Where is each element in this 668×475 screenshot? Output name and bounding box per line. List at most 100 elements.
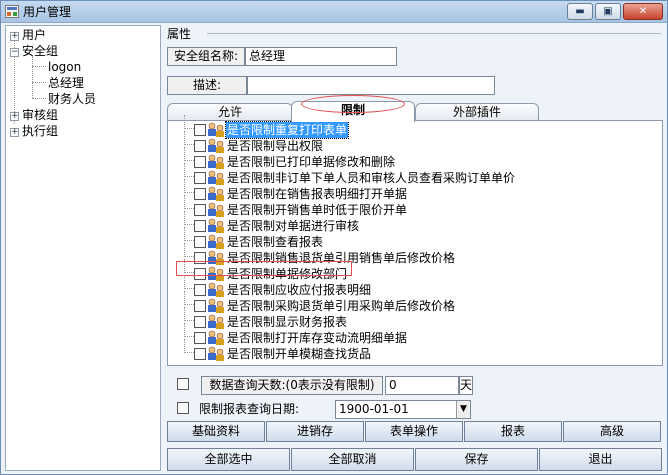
query-date-label: 限制报表查询日期: [199, 402, 300, 416]
close-button[interactable]: ✕ [623, 3, 663, 20]
user-group-icon [207, 122, 225, 138]
permission-label: 是否限制导出权限 [227, 139, 324, 153]
deselect-all-button[interactable]: 全部取消 [291, 448, 414, 471]
tree-item-label: 用户 [22, 28, 47, 42]
query-days-label: 数据查询天数:(0表示没有限制) [201, 376, 383, 395]
exit-button[interactable]: 退出 [539, 448, 662, 471]
tab-plugins[interactable]: 外部插件 [415, 103, 539, 121]
properties-group-title: 属性 [167, 27, 192, 41]
tree-item[interactable]: + 执行组 [10, 123, 58, 139]
permission-item[interactable]: 是否限制打开库存变动流明细单据 [176, 323, 656, 346]
permission-tabs: 允许 限制 外部插件 [167, 101, 663, 122]
report-button[interactable]: 报表 [464, 421, 562, 442]
permission-item[interactable]: 是否限制非订单下单人员和审核人员查看采购订单单价 [176, 163, 656, 186]
user-group-icon [207, 170, 225, 186]
annotation-ellipse [301, 95, 405, 113]
permission-label: 是否限制重复打印表单 [224, 121, 350, 139]
tree-item[interactable]: logon [48, 59, 81, 75]
restriction-list: 是否限制重复打印表单 是否限制导出权限 是否限制已打印单据修改和删除 是否限制非订单下… [167, 115, 663, 366]
permission-checkbox[interactable] [194, 300, 206, 312]
days-unit-label: 天 [459, 376, 473, 395]
tree-item[interactable]: 总经理 [48, 75, 84, 91]
permission-label: 是否限制非订单下单人员和审核人员查看采购订单单价 [227, 171, 516, 185]
query-date-row: 限制报表查询日期: 1900-01-01 ▼ [167, 398, 663, 420]
permission-checkbox[interactable] [194, 188, 206, 200]
user-group-icon [207, 330, 225, 346]
permission-checkbox[interactable] [194, 220, 206, 232]
permission-checkbox[interactable] [194, 236, 206, 248]
permission-checkbox[interactable] [194, 124, 206, 136]
minimize-button[interactable]: ▬ [567, 3, 593, 20]
expand-icon[interactable]: + [10, 112, 19, 121]
collapse-icon[interactable]: − [10, 48, 19, 57]
properties-area: 属性 安全组名称: 总经理 描述: 允许 限制 外部插件 是否限制重复打印表单是… [165, 25, 665, 471]
permission-label: 是否限制打开库存变动流明细单据 [227, 331, 408, 345]
permission-item[interactable]: 是否限制开单模糊查找货品 [176, 339, 656, 362]
group-tree[interactable]: + 用户 − 安全组 logon 总经理 财务人员 + 审核组 + 执行组 [5, 25, 161, 471]
tree-item-label: 审核组 [22, 108, 59, 122]
user-group-icon [207, 346, 225, 362]
permission-item[interactable]: 是否限制开销售单时低于限价开单 [176, 195, 656, 218]
permission-checkbox[interactable] [194, 332, 206, 344]
permission-checkbox[interactable] [194, 284, 206, 296]
description-field[interactable] [247, 76, 495, 95]
permission-checkbox[interactable] [194, 172, 206, 184]
user-group-icon [207, 154, 225, 170]
permission-checkbox[interactable] [194, 140, 206, 152]
tree-item-label: 总经理 [48, 76, 85, 90]
permission-item[interactable]: 是否限制采购退货单引用采购单后修改价格 [176, 291, 656, 314]
permission-label: 是否限制采购退货单引用采购单后修改价格 [227, 299, 456, 313]
permission-checkbox[interactable] [194, 156, 206, 168]
dropdown-arrow-icon[interactable]: ▼ [456, 401, 470, 418]
query-date-picker[interactable]: 1900-01-01 ▼ [335, 400, 471, 419]
expand-icon[interactable]: + [10, 128, 19, 137]
user-group-icon [207, 218, 225, 234]
query-date-checkbox[interactable] [177, 402, 189, 414]
permission-checkbox[interactable] [194, 316, 206, 328]
permission-checkbox[interactable] [194, 348, 206, 360]
permission-label: 是否限制查看报表 [227, 235, 324, 249]
permission-item[interactable]: 是否限制在销售报表明细打开单据 [176, 179, 656, 202]
query-days-checkbox[interactable] [177, 378, 189, 390]
permission-checkbox[interactable] [194, 204, 206, 216]
annotation-box [176, 261, 352, 276]
advanced-button[interactable]: 高级 [563, 421, 661, 442]
tree-item-label: 安全组 [22, 44, 59, 58]
permission-item[interactable]: 是否限制显示财务报表 [176, 307, 656, 330]
permission-label: 是否限制在销售报表明细打开单据 [227, 187, 408, 201]
group-name-field[interactable]: 总经理 [245, 47, 397, 66]
user-group-icon [207, 298, 225, 314]
maximize-button[interactable]: ▣ [595, 3, 621, 20]
form-operation-button[interactable]: 表单操作 [365, 421, 463, 442]
tree-item[interactable]: + 审核组 [10, 107, 58, 123]
permission-item[interactable]: 是否限制导出权限 [176, 131, 656, 154]
expand-icon[interactable]: + [10, 32, 19, 41]
save-button[interactable]: 保存 [415, 448, 538, 471]
tree-item-label: 财务人员 [48, 92, 97, 106]
purchase-sales-inventory-button[interactable]: 进销存 [266, 421, 364, 442]
window-title: 用户管理 [23, 5, 72, 19]
title-bar: 用户管理 ▬ ▣ ✕ [1, 1, 667, 23]
select-all-button[interactable]: 全部选中 [167, 448, 290, 471]
user-group-icon [207, 202, 225, 218]
permission-item[interactable]: 是否限制应收应付报表明细 [176, 275, 656, 298]
basic-data-button[interactable]: 基础资料 [167, 421, 265, 442]
tree-item[interactable]: − 安全组 [10, 43, 58, 59]
tree-item[interactable]: 财务人员 [48, 91, 96, 107]
permission-label: 是否限制对单据进行审核 [227, 219, 360, 233]
tree-item[interactable]: + 用户 [10, 27, 46, 43]
permission-label: 是否限制显示财务报表 [227, 315, 348, 329]
description-label: 描述: [167, 76, 247, 95]
users-app-icon [5, 5, 19, 18]
permission-item[interactable]: 是否限制查看报表 [176, 227, 656, 250]
query-date-value: 1900-01-01 [339, 402, 409, 416]
query-days-row: 数据查询天数:(0表示没有限制) 0 天 [167, 374, 663, 396]
permission-item[interactable]: 是否限制对单据进行审核 [176, 211, 656, 234]
permission-label: 是否限制开销售单时低于限价开单 [227, 203, 408, 217]
permission-item[interactable]: 是否限制重复打印表单 [176, 115, 656, 139]
permission-label: 是否限制开单模糊查找货品 [227, 347, 372, 361]
query-days-input[interactable]: 0 [385, 376, 459, 395]
user-group-icon [207, 138, 225, 154]
user-group-icon [207, 314, 225, 330]
permission-item[interactable]: 是否限制已打印单据修改和删除 [176, 147, 656, 170]
